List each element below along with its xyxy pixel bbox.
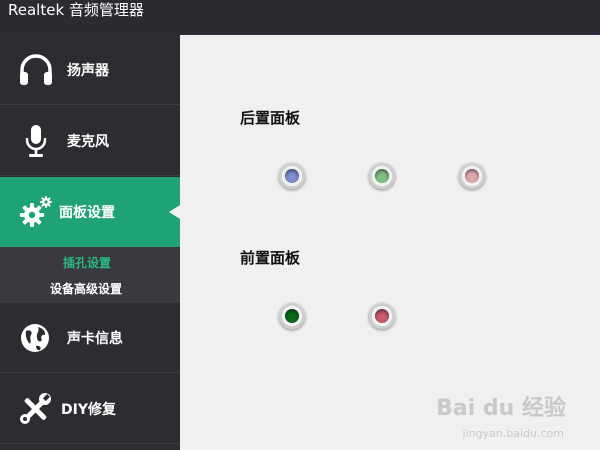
jack-hole [285,169,299,183]
sidebar-item-label: 扬声器 [67,63,109,79]
jack-hole [375,169,389,183]
globe-icon [18,321,54,355]
panel-settings-submenu: 插孔设置 设备高级设置 [0,247,180,303]
jack-hole [285,309,299,323]
submenu-item-advanced-device-settings[interactable]: 设备高级设置 [50,280,122,297]
sidebar-item-microphone[interactable]: 麦克风 [0,106,180,176]
jack-hole [375,309,389,323]
headphones-icon [18,53,54,87]
submenu-item-jack-settings[interactable]: 插孔设置 [63,254,111,271]
jack-hole [465,169,479,183]
sidebar-item-sound-card-info[interactable]: 声卡信息 [0,303,180,373]
sidebar-item-panel-settings[interactable]: 面板设置 [0,177,180,247]
sidebar-item-label: 面板设置 [59,205,115,221]
gears-icon [18,195,54,229]
active-indicator-arrow [169,205,180,219]
main-content: 后置面板 前置面板 [180,35,600,450]
sidebar-item-diy-repair[interactable]: DIY修复 [0,374,180,444]
sidebar-item-label: DIY修复 [61,402,116,418]
title-bar: Realtek 音频管理器 [0,0,600,35]
window-title: Realtek 音频管理器 [8,1,144,19]
baidu-watermark-url: jingyan.baidu.com [462,427,564,440]
front-jack-pink[interactable] [369,303,395,329]
rear-panel-title: 后置面板 [240,109,301,127]
sidebar: 扬声器 麦克风 面板设置 插孔设置 设备高级设置 声卡信息 DIY修复 [0,35,180,450]
wrench-icon [18,392,54,426]
rear-jack-blue[interactable] [279,163,305,189]
sidebar-item-label: 麦克风 [67,134,109,150]
sidebar-item-label: 声卡信息 [67,331,123,347]
sidebar-item-speaker[interactable]: 扬声器 [0,35,180,105]
rear-jack-green[interactable] [369,163,395,189]
rear-jack-pink[interactable] [459,163,485,189]
microphone-icon [18,124,54,158]
front-panel-title: 前置面板 [240,249,301,267]
front-jack-green[interactable] [279,303,305,329]
baidu-watermark: Bai du 经验 [436,396,566,421]
